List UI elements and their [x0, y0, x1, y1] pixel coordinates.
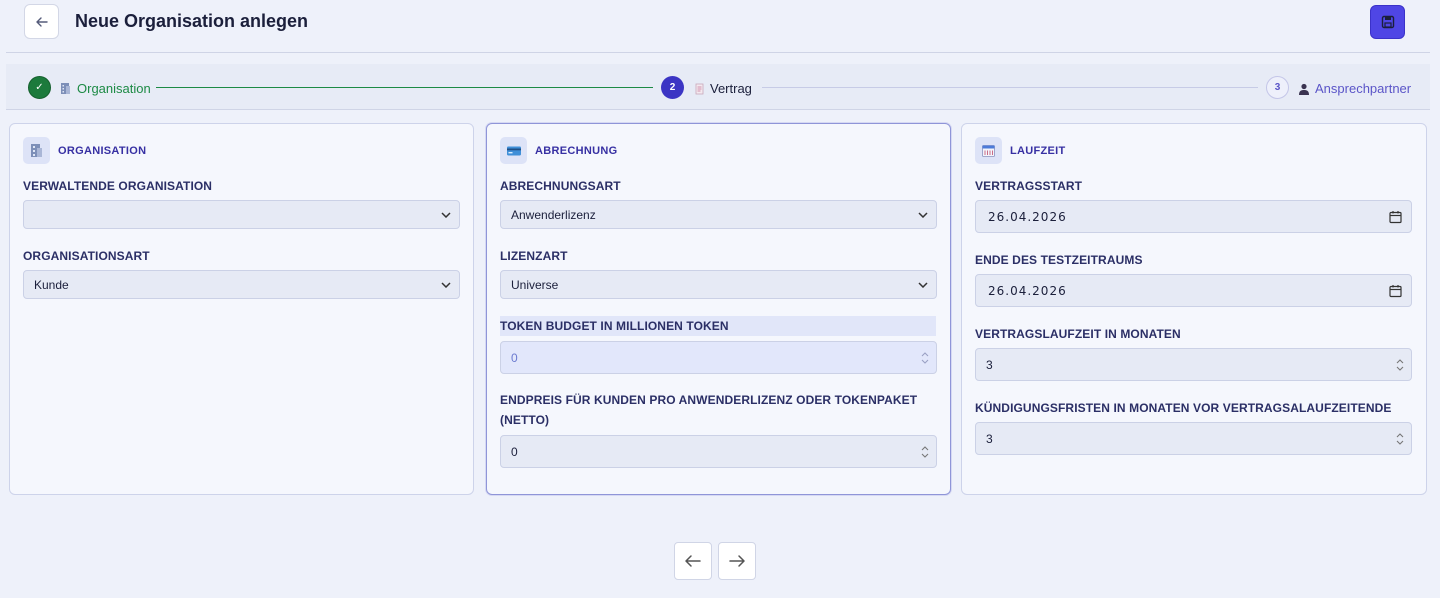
step-3-label: Ansprechpartner	[1315, 81, 1412, 96]
lizenzart-value: Universe	[511, 277, 559, 292]
step-2-indicator[interactable]: 2	[661, 76, 684, 99]
building-icon	[61, 83, 70, 94]
kuendigungsfrist-value: 3	[986, 431, 993, 446]
token-budget-value: 0	[511, 350, 518, 365]
vertragslaufzeit-value: 3	[986, 357, 993, 372]
abrechnung-icon-box	[500, 137, 527, 164]
testende-label: ENDE DES TESTZEITRAUMS	[975, 253, 1143, 267]
token-budget-label: TOKEN BUDGET IN MILLIONEN TOKEN	[500, 319, 729, 333]
organisation-icon-box	[23, 137, 50, 164]
chevron-down-icon	[441, 211, 451, 218]
chevron-down-icon	[918, 211, 928, 218]
testende-value: 26.04.2026	[988, 283, 1067, 298]
calendar-icon	[982, 145, 995, 157]
vertragslaufzeit-label: VERTRAGSLAUFZEIT IN MONATEN	[975, 327, 1181, 341]
organisationsart-value: Kunde	[34, 277, 69, 292]
previous-step-button[interactable]	[674, 542, 712, 580]
step-1-label: Organisation	[77, 81, 151, 96]
organisation-card: ORGANISATION VERWALTENDE ORGANISATION OR…	[9, 123, 474, 495]
arrow-left-icon	[35, 16, 48, 27]
vertragsstart-label: VERTRAGSSTART	[975, 179, 1083, 193]
vertragslaufzeit-input[interactable]: 3	[975, 348, 1412, 381]
laufzeit-card: LAUFZEIT VERTRAGSSTART 26.04.2026 ENDE D…	[961, 123, 1427, 495]
building-icon	[31, 144, 42, 157]
organisationsart-label: ORGANISATIONSART	[23, 249, 150, 263]
spinner-arrows-icon[interactable]	[921, 445, 929, 459]
save-button[interactable]	[1370, 5, 1405, 39]
spinner-arrows-icon[interactable]	[1396, 432, 1404, 446]
step-1[interactable]: Organisation	[59, 81, 151, 96]
abrechnungsart-value: Anwenderlizenz	[511, 207, 596, 222]
page-header: Neue Organisation anlegen	[0, 0, 1440, 44]
spinner-arrows-icon[interactable]	[1396, 358, 1404, 372]
person-icon	[1299, 83, 1309, 95]
laufzeit-card-header: LAUFZEIT	[975, 137, 1066, 164]
next-step-button[interactable]	[718, 542, 756, 580]
organisation-card-header: ORGANISATION	[23, 137, 146, 164]
endpreis-label-line1: ENDPREIS FÜR KUNDEN PRO ANWENDERLIZENZ O…	[500, 393, 918, 407]
stepper: ✓ Organisation 2 Vertrag 3 Ansprechpartn…	[6, 64, 1430, 110]
lizenzart-select[interactable]: Universe	[500, 270, 937, 299]
step-3-indicator[interactable]: 3	[1266, 76, 1289, 99]
organisation-card-title: ORGANISATION	[58, 144, 147, 157]
header-divider	[6, 52, 1430, 53]
vertragsstart-value: 26.04.2026	[988, 209, 1067, 224]
verwaltende-organisation-label: VERWALTENDE ORGANISATION	[23, 179, 213, 193]
lizenzart-label: LIZENZART	[500, 249, 568, 263]
arrow-right-icon	[729, 555, 745, 567]
step-3[interactable]: Ansprechpartner	[1298, 81, 1411, 96]
organisationsart-select[interactable]: Kunde	[23, 270, 460, 299]
token-budget-input[interactable]: 0	[500, 341, 937, 374]
verwaltende-organisation-select[interactable]	[23, 200, 460, 229]
credit-card-icon	[506, 146, 521, 155]
arrow-left-icon	[685, 555, 701, 567]
step-2[interactable]: Vertrag	[694, 81, 752, 96]
laufzeit-icon-box	[975, 137, 1002, 164]
step-connector-2	[762, 87, 1258, 88]
page-title: Neue Organisation anlegen	[75, 11, 309, 31]
chevron-down-icon	[441, 281, 451, 288]
chevron-down-icon	[918, 281, 928, 288]
kuendigungsfrist-label: KÜNDIGUNGSFRISTEN IN MONATEN VOR VERTRAG…	[975, 401, 1392, 415]
step-connector-1	[156, 87, 653, 88]
endpreis-label-line2: (NETTO)	[500, 413, 550, 427]
abrechnung-card-header: ABRECHNUNG	[500, 137, 617, 164]
vertragsstart-date-input[interactable]: 26.04.2026	[975, 200, 1412, 233]
endpreis-input[interactable]: 0	[500, 435, 937, 468]
abrechnungsart-label: ABRECHNUNGSART	[500, 179, 621, 193]
step-1-indicator[interactable]: ✓	[28, 76, 51, 99]
floppy-disk-icon	[1381, 15, 1394, 29]
abrechnung-card-title: ABRECHNUNG	[535, 144, 618, 157]
back-button[interactable]	[24, 4, 59, 39]
endpreis-value: 0	[511, 444, 518, 459]
spinner-arrows-icon[interactable]	[921, 351, 929, 365]
kuendigungsfrist-input[interactable]: 3	[975, 422, 1412, 455]
calendar-icon[interactable]	[1389, 284, 1402, 297]
laufzeit-card-title: LAUFZEIT	[1010, 144, 1066, 157]
document-icon	[695, 83, 704, 94]
abrechnungsart-select[interactable]: Anwenderlizenz	[500, 200, 937, 229]
step-2-label: Vertrag	[710, 81, 752, 96]
abrechnung-card: ABRECHNUNG ABRECHNUNGSART Anwenderlizenz…	[486, 123, 951, 495]
testende-date-input[interactable]: 26.04.2026	[975, 274, 1412, 307]
calendar-icon[interactable]	[1389, 210, 1402, 223]
